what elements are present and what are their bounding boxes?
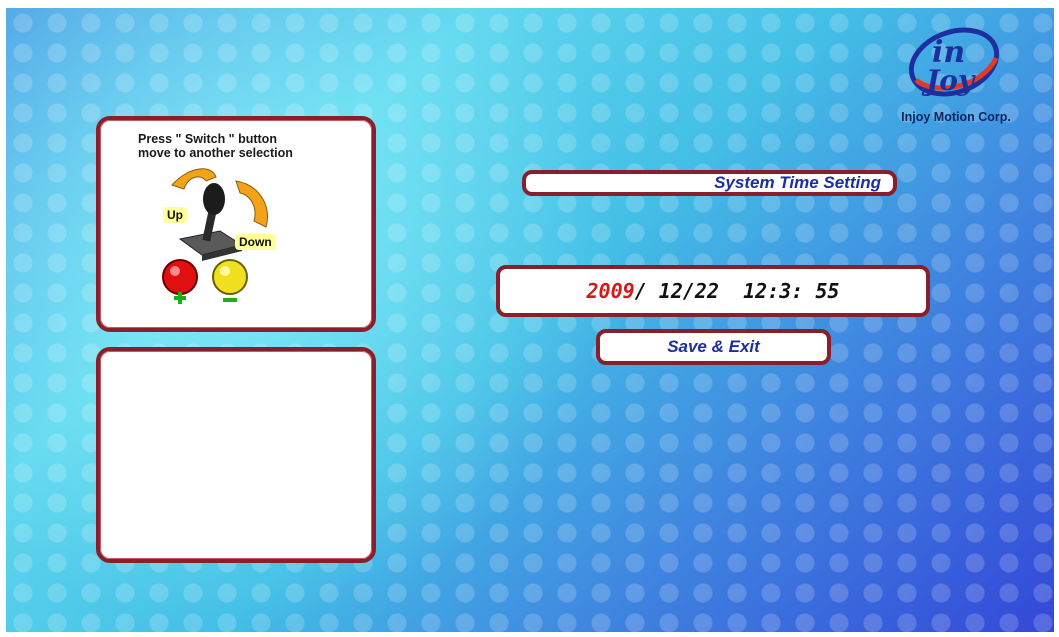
help-line-2: move to another selection: [138, 146, 293, 160]
time-separator: :: [791, 279, 804, 303]
down-label: Down: [235, 234, 276, 250]
brand-logo: in Joy Injoy Motion Corp.: [886, 18, 1026, 128]
month-field[interactable]: 12: [659, 279, 683, 303]
company-name: Injoy Motion Corp.: [901, 110, 1011, 124]
date-separator: /: [634, 279, 647, 303]
year-field[interactable]: 2009: [587, 279, 635, 303]
help-line-1: Press " Switch " button: [138, 132, 277, 146]
system-time-setting-title: System Time Setting: [522, 170, 897, 196]
hour-field[interactable]: 12: [743, 279, 767, 303]
info-panel: [96, 347, 376, 563]
logo-joy-text: Joy: [921, 64, 976, 97]
logo-emblem-icon: in Joy: [908, 27, 1000, 97]
help-instructions: Press " Switch " button move to another …: [138, 132, 293, 160]
page-title: System Time Setting: [714, 173, 881, 192]
up-label: Up: [163, 207, 187, 223]
day-field[interactable]: 22: [695, 279, 719, 303]
save-exit-button[interactable]: Save & Exit: [596, 329, 831, 365]
time-value: 2009/ 12/22 12:3: 55: [587, 279, 840, 303]
date-separator: /: [682, 279, 695, 303]
time-display[interactable]: 2009/ 12/22 12:3: 55: [496, 265, 930, 317]
joystick-illustration: Up Down: [150, 163, 290, 318]
time-separator: :: [767, 279, 780, 303]
save-exit-label: Save & Exit: [667, 337, 760, 356]
minute-field[interactable]: 3: [779, 279, 791, 303]
second-field[interactable]: 55: [815, 279, 839, 303]
